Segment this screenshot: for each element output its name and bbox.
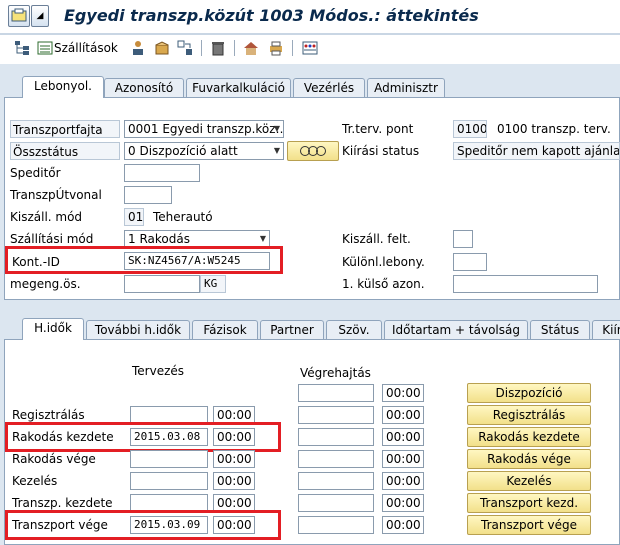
tab-hidok[interactable]: H.idők (22, 318, 84, 340)
print-icon[interactable] (268, 40, 284, 56)
shipments-icon[interactable] (37, 40, 53, 56)
exec-time-input[interactable]: 00:00 (382, 516, 424, 534)
planning-header: Tervezés (132, 364, 185, 378)
exec-date-input[interactable] (298, 450, 374, 468)
highlight-box (5, 246, 283, 274)
tab-adminisztr[interactable]: Adminisztr (367, 78, 445, 98)
trash-icon[interactable] (210, 40, 226, 56)
ship-mode-text: Teherautó (153, 210, 213, 224)
loading-end-button[interactable]: Rakodás vége (467, 449, 591, 469)
highlight-box (5, 510, 281, 540)
forwarder-input[interactable] (124, 164, 200, 182)
exec-time-input[interactable]: 00:00 (382, 384, 424, 402)
handling-label: Kezelés (12, 474, 58, 488)
hierarchy-icon[interactable] (14, 40, 30, 56)
tab-azonosito[interactable]: Azonosító (104, 78, 184, 98)
route-label: TranszpÚtvonal (10, 188, 102, 202)
tab-tovabbi-hidok[interactable]: További h.idők (86, 320, 190, 340)
toolbar-separator (201, 40, 202, 56)
exec-date-input[interactable] (298, 472, 374, 490)
chevron-down-icon[interactable]: ◢ (31, 5, 49, 27)
transport-type-select[interactable]: 0001 Egyedi transzp.köz… (124, 120, 284, 138)
exec-date-input[interactable] (298, 406, 374, 424)
transport-type-label: Transzportfajta (10, 120, 120, 138)
allowed-weight-input[interactable] (124, 275, 200, 293)
house-icon[interactable] (243, 40, 259, 56)
route-input[interactable] (124, 186, 172, 204)
toolbar-separator (234, 40, 235, 56)
overall-status-label: Összstátus (10, 142, 120, 160)
person-icon[interactable] (130, 40, 146, 56)
page-title: Egyedi transzp.közút 1003 Módos.: átteki… (64, 6, 479, 25)
grid-icon[interactable] (302, 40, 318, 56)
planning-point-code: 0100 (453, 120, 487, 138)
transport-start-button[interactable]: Transzport kezd. (467, 493, 591, 513)
exec-time-input[interactable]: 00:00 (382, 494, 424, 512)
external-id-input[interactable] (453, 275, 598, 293)
plan-date-input[interactable] (130, 472, 208, 490)
loading-end-label: Rakodás vége (12, 452, 96, 466)
ship-mode-code: 01 (124, 208, 144, 226)
tab-idotartam-tavolsag[interactable]: Időtartam + távolság (384, 320, 528, 340)
overall-status-select[interactable]: 0 Diszpozíció alatt (124, 142, 284, 160)
tab-kiir[interactable]: Kiír (592, 320, 620, 340)
ship-mode-label: Kiszáll. mód (10, 210, 83, 224)
highlight-box (5, 422, 281, 452)
exec-time-input[interactable]: 00:00 (382, 428, 424, 446)
issue-status-value: Speditőr nem kapott ajánlat… (453, 142, 620, 160)
tab-fuvarkalkulacio[interactable]: Fuvarkalkuláció (186, 78, 291, 98)
loading-start-button[interactable]: Rakodás kezdete (467, 427, 591, 447)
ship-cond-label: Kiszáll. felt. (342, 232, 411, 246)
app-menu-icon[interactable] (8, 5, 30, 27)
plan-time-input[interactable]: 00:00 (213, 472, 255, 490)
transport-end-button[interactable]: Transzport vége (467, 515, 591, 535)
shipments-button[interactable]: Szállítások (54, 41, 118, 55)
toolbar-separator (292, 40, 293, 56)
tab-vezerles[interactable]: Vezérlés (293, 78, 365, 98)
special-proc-input[interactable] (453, 253, 487, 271)
weight-unit: KG (200, 275, 226, 293)
exec-date-input[interactable] (298, 384, 374, 402)
execution-header: Végrehajtás (300, 366, 371, 380)
tab-szov[interactable]: Szöv. (326, 320, 382, 340)
exec-date-input[interactable] (298, 494, 374, 512)
forwarder-label: Speditőr (10, 166, 61, 180)
tab-status[interactable]: Státus (530, 320, 590, 340)
plan-time-input[interactable]: 00:00 (213, 450, 255, 468)
title-divider (0, 33, 620, 35)
transfer-icon[interactable] (177, 40, 193, 56)
ship-cond-input[interactable] (453, 230, 473, 248)
exec-time-input[interactable]: 00:00 (382, 472, 424, 490)
exec-time-input[interactable]: 00:00 (382, 450, 424, 468)
planning-point-text: 0100 transzp. terv. (497, 122, 611, 136)
handling-button[interactable]: Kezelés (467, 471, 591, 491)
tab-fazisok[interactable]: Fázisok (192, 320, 258, 340)
status-icon-button[interactable] (287, 141, 339, 161)
planning-point-label: Tr.terv. pont (342, 122, 414, 136)
exec-date-input[interactable] (298, 428, 374, 446)
plan-date-input[interactable] (130, 450, 208, 468)
dispatch-button[interactable]: Diszpozíció (467, 383, 591, 403)
exec-date-input[interactable] (298, 516, 374, 534)
allowed-weight-label: megeng.ös. (10, 277, 81, 291)
special-proc-label: Különl.lebony. (342, 255, 425, 269)
registration-button[interactable]: Regisztrálás (467, 405, 591, 425)
external-id-label: 1. külső azon. (342, 277, 425, 291)
issue-status-label: Kiírási status (342, 144, 420, 158)
tab-partner[interactable]: Partner (260, 320, 324, 340)
tab-lebonyol[interactable]: Lebonyol. (22, 76, 104, 98)
package-icon[interactable] (154, 40, 170, 56)
exec-time-input[interactable]: 00:00 (382, 406, 424, 424)
